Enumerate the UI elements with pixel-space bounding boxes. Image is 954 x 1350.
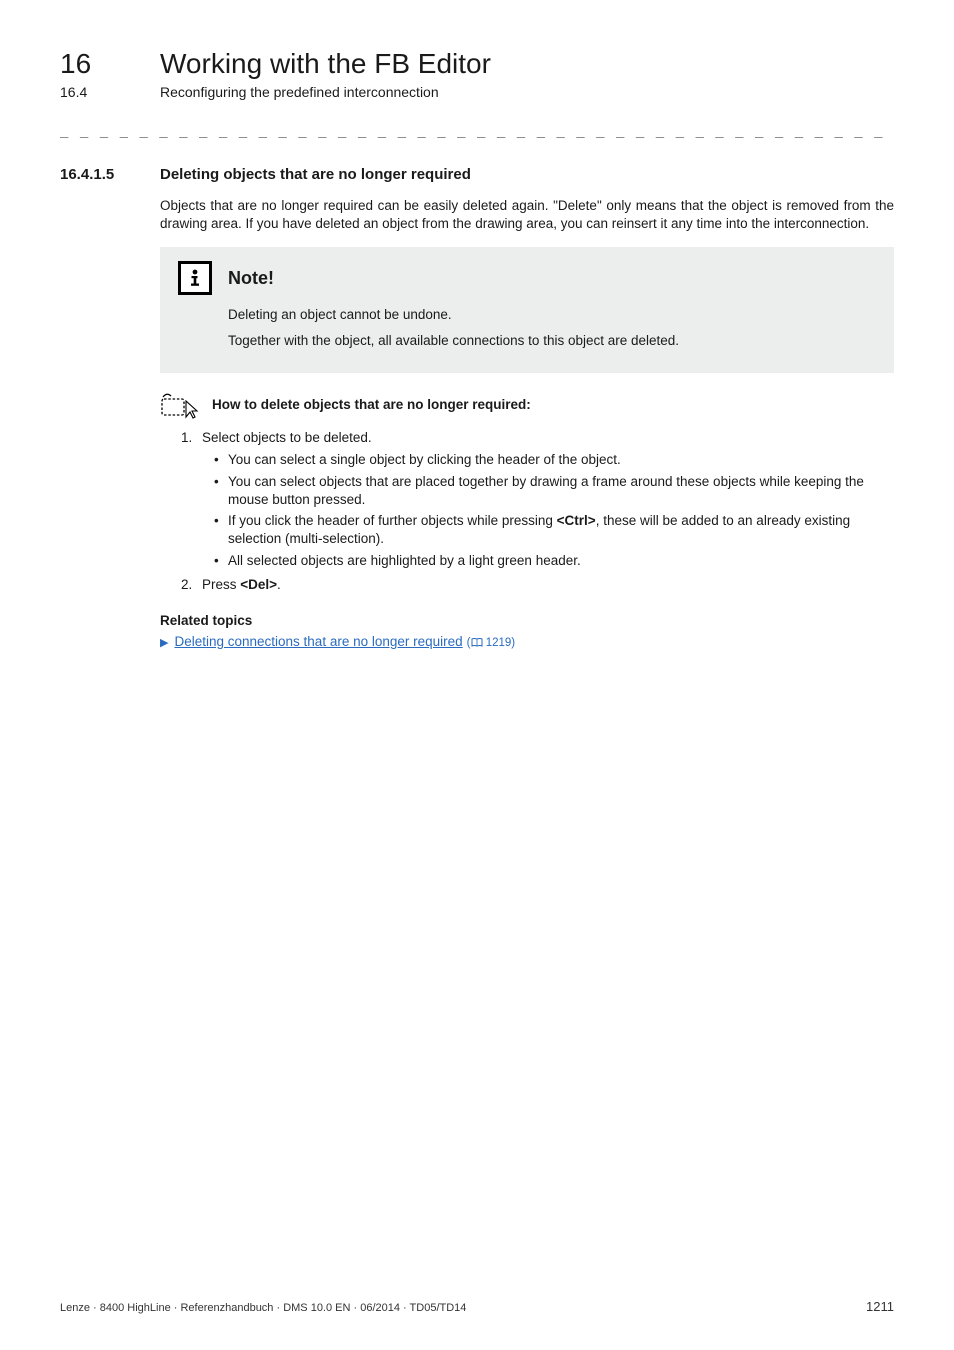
book-icon	[471, 638, 483, 647]
page-footer: Lenze · 8400 HighLine · Referenzhandbuch…	[60, 1299, 894, 1314]
related-link-row: ▶ Deleting connections that are no longe…	[160, 634, 894, 649]
step-item: Press <Del>.	[196, 576, 894, 595]
substep-list: You can select a single object by clicki…	[202, 451, 894, 569]
substep-item: If you click the header of further objec…	[214, 512, 894, 548]
related-topics-heading: Related topics	[160, 613, 894, 628]
howto-heading: How to delete objects that are no longer…	[160, 391, 894, 419]
step-text: Select objects to be deleted.	[202, 430, 372, 445]
chapter-title: Working with the FB Editor	[160, 48, 491, 80]
triangle-icon: ▶	[160, 636, 168, 649]
related-link[interactable]: Deleting connections that are no longer …	[174, 634, 462, 649]
divider-dashes: _ _ _ _ _ _ _ _ _ _ _ _ _ _ _ _ _ _ _ _ …	[60, 122, 894, 138]
chapter-number: 16	[60, 48, 120, 80]
page-number: 1211	[866, 1299, 894, 1314]
section-number-running: 16.4	[60, 84, 120, 100]
running-head: 16 Working with the FB Editor 16.4 Recon…	[60, 48, 894, 100]
info-icon	[178, 261, 212, 295]
substep-item: You can select a single object by clicki…	[214, 451, 894, 469]
note-title: Note!	[228, 268, 274, 289]
substep-item: You can select objects that are placed t…	[214, 473, 894, 509]
section-title-running: Reconfiguring the predefined interconnec…	[160, 84, 439, 100]
note-body: Deleting an object cannot be undone. Tog…	[228, 305, 876, 350]
related-link-page[interactable]: ( 1219)	[467, 637, 515, 649]
procedure-icon	[160, 391, 202, 419]
note-line: Deleting an object cannot be undone.	[228, 305, 876, 325]
footer-left: Lenze · 8400 HighLine · Referenzhandbuch…	[60, 1302, 466, 1314]
section-title: Deleting objects that are no longer requ…	[160, 166, 471, 183]
note-line: Together with the object, all available …	[228, 331, 876, 351]
substep-item: All selected objects are highlighted by …	[214, 552, 894, 570]
howto-title: How to delete objects that are no longer…	[212, 397, 531, 412]
intro-paragraph: Objects that are no longer required can …	[160, 197, 894, 233]
note-box: Note! Deleting an object cannot be undon…	[160, 247, 894, 372]
section-heading: 16.4.1.5 Deleting objects that are no lo…	[60, 166, 894, 183]
step-item: Select objects to be deleted. You can se…	[196, 429, 894, 570]
section-number: 16.4.1.5	[60, 166, 160, 183]
steps-list: Select objects to be deleted. You can se…	[160, 429, 894, 595]
